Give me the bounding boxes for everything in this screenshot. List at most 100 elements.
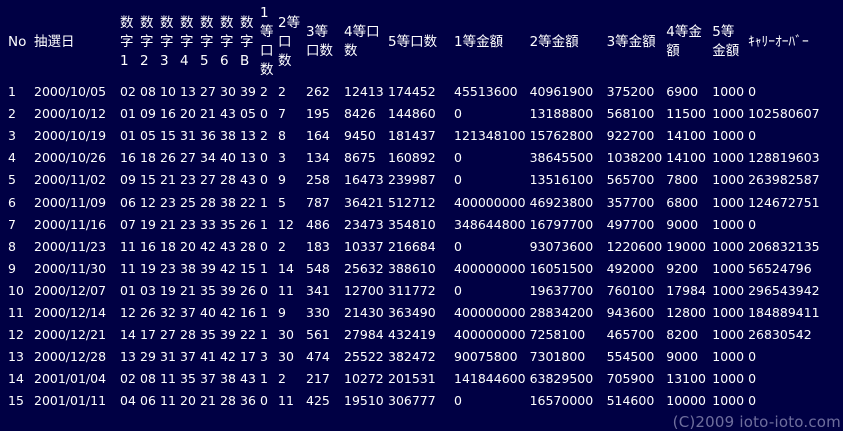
cell-number-1: 01 (120, 106, 136, 122)
cell-win3-count: 425 (306, 393, 330, 409)
cell-no: 7 (8, 216, 16, 232)
header-win1-count: 1等口数 (260, 5, 274, 78)
cell-win4-count: 25522 (344, 349, 384, 365)
cell-number-1: 04 (120, 393, 136, 409)
cell-number-2: 05 (140, 128, 156, 144)
cell-date: 2000/12/21 (34, 327, 107, 343)
cell-number-1: 11 (120, 238, 136, 254)
cell-prize2: 13516100 (529, 172, 594, 188)
cell-prize5: 1000 (712, 371, 745, 387)
cell-number-1: 02 (120, 371, 136, 387)
cell-win1-count: 1 (260, 327, 268, 343)
cell-prize5: 1000 (712, 304, 745, 320)
table-row: 11 2000/12/14 12 26 32 37 40 42 16 1 9 330 21430 3634… (8, 302, 832, 324)
cell-prize3: 357700 (606, 194, 655, 210)
cell-prize1: 141844600 (454, 371, 526, 387)
cell-number-bonus: 16 (240, 304, 256, 320)
cell-number-2: 12 (140, 194, 156, 210)
table-row: 7 2000/11/16 07 19 21 23 33 35 26 1 12 486 23473 3548… (8, 214, 832, 236)
cell-prize1: 348644800 (454, 216, 526, 232)
cell-number-2: 06 (140, 393, 156, 409)
cell-date: 2000/11/09 (34, 194, 107, 210)
cell-number-3: 11 (160, 371, 176, 387)
cell-prize1: 400000000 (454, 327, 526, 343)
cell-prize5: 1000 (712, 216, 745, 232)
cell-number-1: 13 (120, 349, 136, 365)
cell-prize2: 63829500 (529, 371, 594, 387)
cell-prize1: 0 (454, 393, 462, 409)
cell-win3-count: 217 (306, 371, 330, 387)
cell-win2-count: 8 (278, 128, 286, 144)
cell-number-6: 43 (220, 106, 236, 122)
cell-prize4: 11500 (666, 106, 707, 122)
cell-win5-count: 174452 (388, 84, 436, 100)
cell-no: 5 (8, 172, 16, 188)
cell-date: 2001/01/04 (34, 371, 107, 387)
cell-date: 2000/11/30 (34, 260, 107, 276)
table-row: 14 2001/01/04 02 08 11 35 37 38 43 1 2 217 10272 2015… (8, 368, 832, 390)
cell-win2-count: 9 (278, 172, 286, 188)
cell-number-4: 13 (180, 84, 196, 100)
cell-number-bonus: 43 (240, 172, 256, 188)
cell-number-3: 26 (160, 150, 176, 166)
header-number-1: 数字1 (120, 14, 134, 69)
header-number-5: 数字5 (200, 14, 214, 69)
cell-number-6: 38 (220, 371, 236, 387)
cell-number-6: 28 (220, 172, 236, 188)
cell-carryover: 26830542 (748, 327, 812, 343)
cell-win2-count: 2 (278, 371, 286, 387)
cell-prize3: 1038200 (606, 150, 663, 166)
cell-win5-count: 512712 (388, 194, 436, 210)
header-prize4: 4等金額 (666, 24, 702, 59)
cell-prize5: 1000 (712, 128, 745, 144)
cell-number-2: 08 (140, 371, 156, 387)
cell-number-5: 34 (200, 150, 216, 166)
cell-prize2: 7258100 (529, 327, 586, 343)
cell-carryover: 0 (748, 84, 757, 100)
cell-win1-count: 0 (260, 172, 268, 188)
cell-number-3: 18 (160, 238, 176, 254)
cell-number-4: 31 (180, 128, 196, 144)
cell-number-4: 20 (180, 393, 196, 409)
cell-number-4: 23 (180, 216, 196, 232)
table-row: 9 2000/11/30 11 19 23 38 39 42 15 1 14 548 25632 3886… (8, 258, 832, 280)
cell-date: 2000/11/02 (34, 172, 107, 188)
cell-number-3: 21 (160, 216, 176, 232)
cell-prize5: 1000 (712, 84, 745, 100)
cell-prize1: 400000000 (454, 260, 526, 276)
cell-number-5: 21 (200, 393, 216, 409)
cell-number-4: 37 (180, 349, 196, 365)
header-no: No (8, 33, 27, 50)
cell-prize4: 8200 (666, 327, 699, 343)
cell-number-bonus: 13 (240, 128, 256, 144)
cell-number-1: 14 (120, 327, 136, 343)
cell-number-1: 01 (120, 128, 136, 144)
cell-number-bonus: 43 (240, 371, 256, 387)
cell-win2-count: 12 (278, 216, 294, 232)
table-row: 2 2000/10/12 01 09 16 20 21 43 05 0 7 195 8426 144860… (8, 103, 832, 125)
cell-number-3: 16 (160, 106, 176, 122)
cell-win1-count: 0 (260, 393, 268, 409)
cell-win3-count: 341 (306, 282, 330, 298)
cell-number-2: 17 (140, 327, 156, 343)
table-row: 10 2000/12/07 01 03 19 21 35 39 26 0 11 341 12700 311… (8, 280, 832, 302)
cell-date: 2000/11/16 (34, 216, 107, 232)
cell-no: 4 (8, 150, 16, 166)
cell-number-4: 25 (180, 194, 196, 210)
cell-win1-count: 1 (260, 371, 268, 387)
cell-win2-count: 2 (278, 238, 286, 254)
header-prize5: 5等金額 (712, 24, 740, 59)
table-row: 5 2000/11/02 09 15 21 23 27 28 43 0 9 258 16473 23998… (8, 169, 832, 191)
cell-prize2: 19637700 (529, 282, 594, 298)
cell-win2-count: 2 (278, 84, 286, 100)
cell-win3-count: 486 (306, 216, 330, 232)
cell-win4-count: 19510 (344, 393, 384, 409)
cell-win2-count: 14 (278, 260, 294, 276)
cell-win4-count: 12413 (344, 84, 384, 100)
cell-number-2: 08 (140, 84, 156, 100)
cell-win5-count: 432419 (388, 327, 436, 343)
cell-prize3: 565700 (606, 172, 655, 188)
cell-prize5: 1000 (712, 172, 745, 188)
cell-carryover: 184889411 (748, 304, 820, 320)
cell-win2-count: 30 (278, 327, 294, 343)
